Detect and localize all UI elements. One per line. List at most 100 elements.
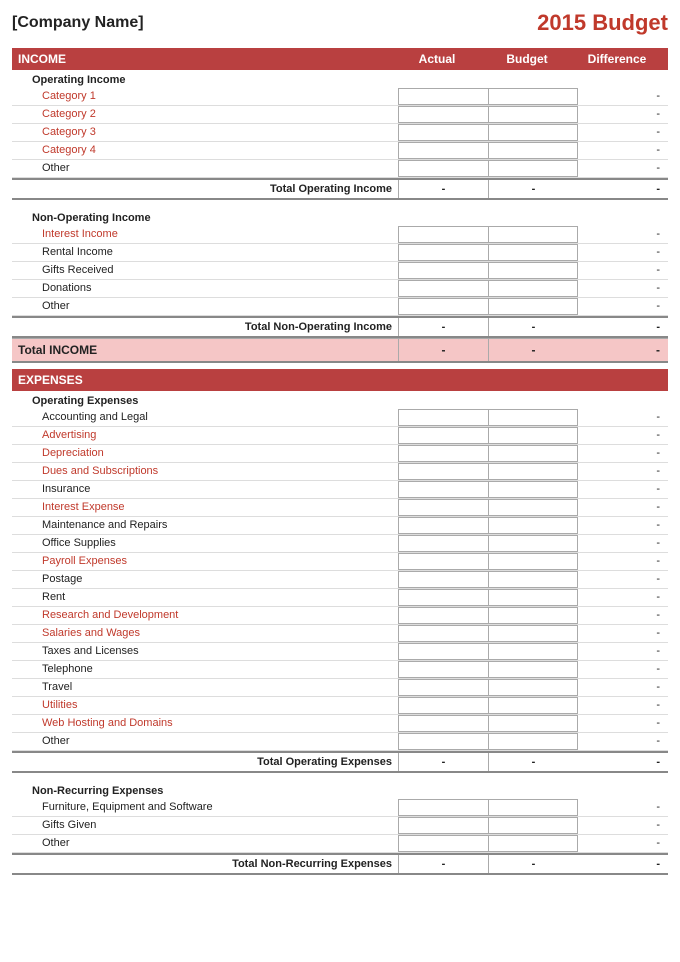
two-inputs[interactable] [398,427,578,444]
budget-input[interactable] [489,517,579,534]
budget-input[interactable] [489,661,579,678]
budget-input[interactable] [489,142,579,159]
budget-input[interactable] [489,625,579,642]
actual-input[interactable] [398,715,489,732]
budget-input[interactable] [489,835,579,852]
two-inputs[interactable] [398,517,578,534]
budget-input[interactable] [489,817,579,834]
budget-input[interactable] [489,733,579,750]
budget-input[interactable] [489,262,579,279]
two-inputs[interactable] [398,244,578,261]
actual-input[interactable] [398,106,489,123]
total-non-recurring-expenses-label: Total Non-Recurring Expenses [12,855,398,873]
budget-input[interactable] [489,481,579,498]
actual-input[interactable] [398,499,489,516]
two-inputs[interactable] [398,835,578,852]
budget-input[interactable] [489,409,579,426]
budget-input[interactable] [489,106,579,123]
two-inputs[interactable] [398,142,578,159]
actual-input[interactable] [398,124,489,141]
budget-input[interactable] [489,553,579,570]
actual-input[interactable] [398,589,489,606]
actual-input[interactable] [398,262,489,279]
actual-input[interactable] [398,535,489,552]
actual-input[interactable] [398,643,489,660]
two-inputs[interactable] [398,715,578,732]
actual-input[interactable] [398,226,489,243]
budget-input[interactable] [489,697,579,714]
two-inputs[interactable] [398,589,578,606]
budget-input[interactable] [489,280,579,297]
two-inputs[interactable] [398,160,578,177]
actual-input[interactable] [398,553,489,570]
two-inputs[interactable] [398,463,578,480]
two-inputs[interactable] [398,607,578,624]
budget-input[interactable] [489,589,579,606]
two-inputs[interactable] [398,535,578,552]
budget-input[interactable] [489,463,579,480]
actual-input[interactable] [398,244,489,261]
table-row: Donations - [12,280,668,298]
two-inputs[interactable] [398,817,578,834]
actual-input[interactable] [398,679,489,696]
budget-input[interactable] [489,607,579,624]
two-inputs[interactable] [398,499,578,516]
two-inputs[interactable] [398,625,578,642]
actual-input[interactable] [398,463,489,480]
two-inputs[interactable] [398,409,578,426]
actual-input[interactable] [398,409,489,426]
budget-input[interactable] [489,445,579,462]
actual-input[interactable] [398,607,489,624]
budget-input[interactable] [489,679,579,696]
actual-input[interactable] [398,817,489,834]
actual-input[interactable] [398,661,489,678]
actual-input[interactable] [398,625,489,642]
budget-input[interactable] [489,499,579,516]
budget-input[interactable] [489,715,579,732]
budget-input[interactable] [489,535,579,552]
actual-input[interactable] [398,427,489,444]
actual-input[interactable] [398,280,489,297]
actual-input[interactable] [398,481,489,498]
budget-input[interactable] [489,799,579,816]
budget-input[interactable] [489,298,579,315]
actual-input[interactable] [398,835,489,852]
two-inputs[interactable] [398,481,578,498]
budget-input[interactable] [489,643,579,660]
actual-input[interactable] [398,160,489,177]
two-inputs[interactable] [398,88,578,105]
two-inputs[interactable] [398,445,578,462]
actual-input[interactable] [398,298,489,315]
two-inputs[interactable] [398,553,578,570]
two-inputs[interactable] [398,799,578,816]
budget-input[interactable] [489,160,579,177]
actual-input[interactable] [398,88,489,105]
two-inputs[interactable] [398,280,578,297]
total-operating-expenses-label: Total Operating Expenses [12,753,398,771]
actual-input[interactable] [398,799,489,816]
actual-input[interactable] [398,733,489,750]
two-inputs[interactable] [398,226,578,243]
budget-input[interactable] [489,226,579,243]
actual-input[interactable] [398,517,489,534]
actual-input[interactable] [398,445,489,462]
budget-input[interactable] [489,124,579,141]
two-inputs[interactable] [398,298,578,315]
two-inputs[interactable] [398,106,578,123]
two-inputs[interactable] [398,643,578,660]
budget-input[interactable] [489,88,579,105]
budget-input[interactable] [489,571,579,588]
two-inputs[interactable] [398,661,578,678]
two-inputs[interactable] [398,733,578,750]
two-inputs[interactable] [398,124,578,141]
total-non-recurring-expenses-actual: - [398,855,488,873]
actual-input[interactable] [398,142,489,159]
two-inputs[interactable] [398,697,578,714]
two-inputs[interactable] [398,679,578,696]
actual-input[interactable] [398,571,489,588]
actual-input[interactable] [398,697,489,714]
two-inputs[interactable] [398,262,578,279]
budget-input[interactable] [489,427,579,444]
two-inputs[interactable] [398,571,578,588]
budget-input[interactable] [489,244,579,261]
